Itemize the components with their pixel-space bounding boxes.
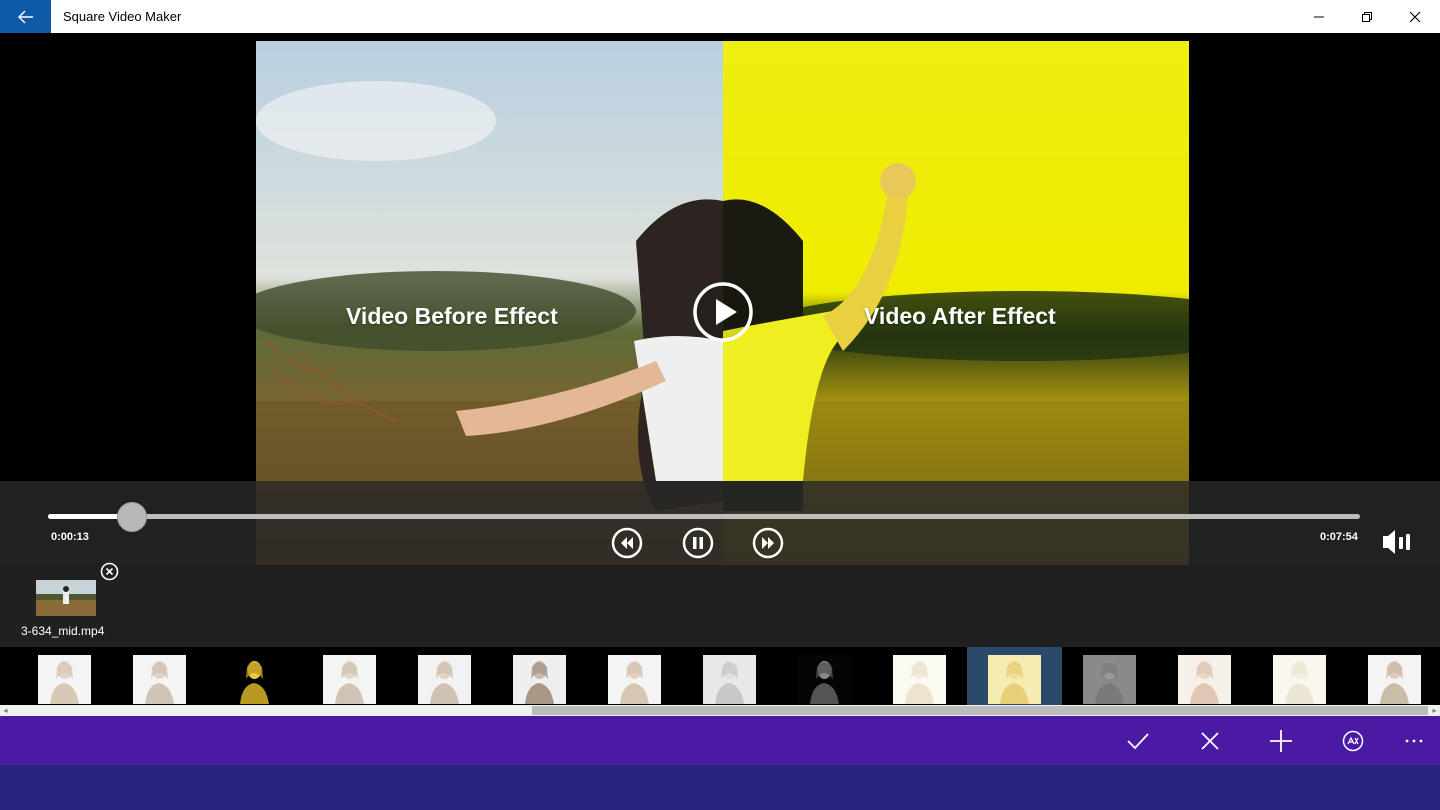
media-filename: 3-634_mid.mp4 — [21, 624, 105, 638]
effect-item[interactable] — [872, 647, 967, 705]
effect-item[interactable] — [492, 647, 587, 705]
effect-thumbnail — [513, 655, 566, 704]
apply-button[interactable] — [1121, 724, 1155, 758]
effect-thumbnail — [228, 655, 281, 704]
effects-scrollbar[interactable]: ◂ ▸ — [0, 705, 1440, 716]
effect-item[interactable] — [112, 647, 207, 705]
volume-icon[interactable] — [1381, 527, 1417, 557]
add-button[interactable] — [1264, 724, 1298, 758]
effect-thumbnail — [323, 655, 376, 704]
media-list: 3-634_mid.mp4 — [0, 562, 1440, 647]
effect-item[interactable] — [17, 647, 112, 705]
effect-thumbnail — [798, 655, 851, 704]
seek-thumb[interactable] — [116, 502, 147, 532]
scrollbar-thumb[interactable] — [532, 706, 1428, 715]
effects-icon — [1342, 730, 1364, 752]
back-arrow-icon — [17, 10, 33, 23]
before-effect-label: Video Before Effect — [346, 303, 558, 329]
effect-item[interactable] — [207, 647, 302, 705]
taskbar-band — [0, 765, 1440, 810]
effect-thumbnail — [38, 655, 91, 704]
close-window-button[interactable] — [1392, 0, 1438, 33]
effect-item[interactable] — [397, 647, 492, 705]
effect-item[interactable] — [1062, 647, 1157, 705]
back-button[interactable] — [0, 0, 51, 33]
effect-thumbnail — [1083, 655, 1136, 704]
effects-button[interactable] — [1336, 724, 1370, 758]
effect-thumbnail — [1273, 655, 1326, 704]
effect-thumbnail — [1178, 655, 1231, 704]
current-time: 0:00:13 — [51, 531, 89, 543]
cancel-button[interactable] — [1193, 724, 1227, 758]
effect-item[interactable] — [682, 647, 777, 705]
effect-item[interactable] — [1347, 647, 1440, 705]
media-thumbnail-image — [36, 580, 96, 616]
scroll-left-icon[interactable]: ◂ — [0, 705, 11, 716]
close-icon — [1201, 732, 1219, 750]
seek-bar[interactable] — [48, 514, 1360, 519]
checkmark-icon — [1127, 733, 1149, 750]
effect-thumbnail — [418, 655, 471, 704]
remove-media-icon[interactable] — [100, 562, 119, 581]
effect-item[interactable] — [302, 647, 397, 705]
total-time: 0:07:54 — [1320, 531, 1358, 543]
effect-thumbnail — [703, 655, 756, 704]
effect-item[interactable] — [777, 647, 872, 705]
more-icon — [1405, 739, 1423, 743]
more-button[interactable] — [1397, 724, 1431, 758]
playback-controls: 0:00:13 0:07:54 — [0, 481, 1440, 565]
media-thumbnail[interactable] — [36, 580, 96, 616]
fast-forward-icon[interactable] — [752, 527, 784, 559]
after-effect-label: Video After Effect — [864, 303, 1056, 329]
add-icon — [1270, 730, 1292, 752]
effect-thumbnail — [133, 655, 186, 704]
effects-list — [0, 647, 1440, 705]
effect-item[interactable] — [967, 647, 1062, 705]
play-icon[interactable] — [692, 281, 754, 343]
pause-icon[interactable] — [682, 527, 714, 559]
effect-item[interactable] — [587, 647, 682, 705]
effect-thumbnail — [1368, 655, 1421, 704]
video-preview-area: Video Before Effect Video After Effect 0… — [0, 33, 1440, 565]
effect-item[interactable] — [1252, 647, 1347, 705]
restore-icon — [1362, 11, 1372, 22]
effect-thumbnail — [608, 655, 661, 704]
scroll-right-icon[interactable]: ▸ — [1429, 705, 1440, 716]
title-bar: Square Video Maker — [0, 0, 1440, 33]
close-icon — [1409, 11, 1421, 22]
restore-button[interactable] — [1344, 0, 1390, 33]
app-window: Square Video Maker Video Before Effect V… — [0, 0, 1440, 810]
effect-thumbnail — [988, 655, 1041, 704]
effect-thumbnail — [893, 655, 946, 704]
window-title: Square Video Maker — [63, 9, 182, 24]
minimize-button[interactable] — [1296, 0, 1342, 33]
minimize-icon — [1314, 16, 1324, 17]
rewind-icon[interactable] — [611, 527, 643, 559]
command-bar — [0, 716, 1440, 765]
effect-item[interactable] — [1157, 647, 1252, 705]
